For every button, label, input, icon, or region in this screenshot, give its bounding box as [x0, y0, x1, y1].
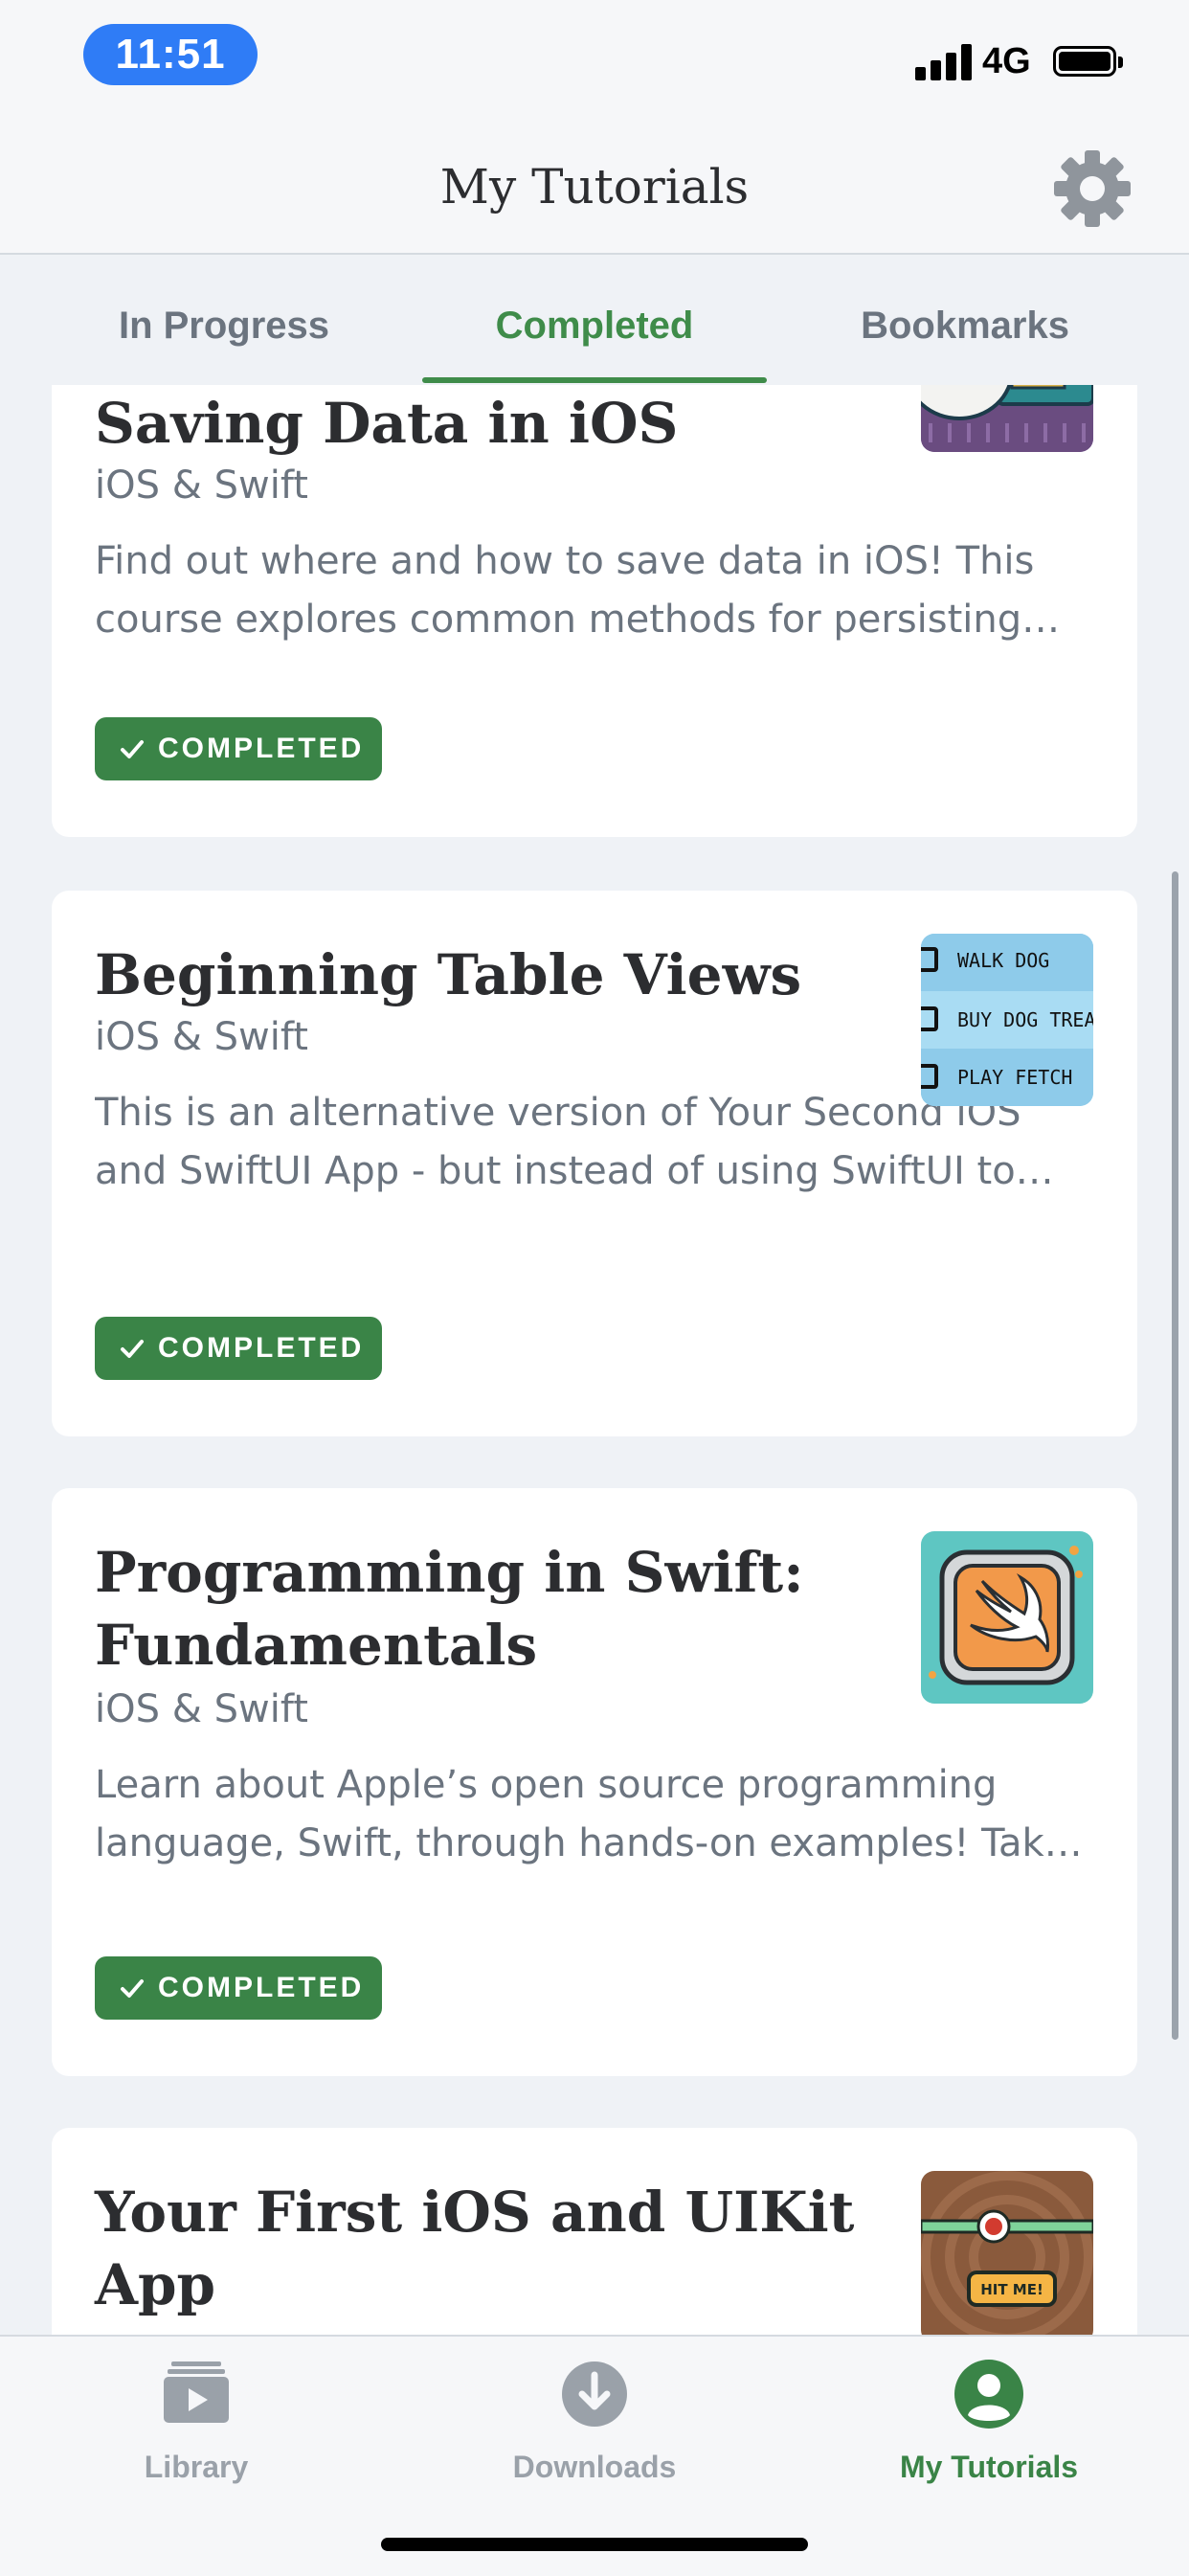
- battery-icon: [1053, 46, 1123, 77]
- profile-icon: [954, 2360, 1023, 2429]
- completed-badge: COMPLETED: [95, 1956, 382, 2020]
- checkmark-icon: [121, 1340, 144, 1358]
- status-time: 11:51: [83, 24, 258, 85]
- active-tab-indicator: [422, 377, 767, 383]
- card-subtitle: iOS & Swift: [95, 1687, 308, 1731]
- navigation-bar: My Tutorials: [0, 124, 1189, 255]
- swift-logo-thumbnail: [921, 1531, 1093, 1704]
- card-title: Saving Data in iOS: [95, 391, 679, 456]
- library-icon: [164, 2361, 229, 2423]
- card-title: Programming in Swift: Fundamentals: [95, 1540, 804, 1678]
- tabbar-label: Library: [144, 2450, 249, 2484]
- tab-in-progress[interactable]: In Progress: [80, 305, 368, 348]
- card-title: Beginning Table Views: [95, 942, 802, 1007]
- card-description: Learn about Apple’s open source programm…: [95, 1763, 1083, 1865]
- tutorial-card-swift-fundamentals[interactable]: Programming in Swift: Fundamentals iOS &…: [52, 1488, 1137, 2076]
- network-type: 4G: [982, 41, 1031, 81]
- tabbar-item-downloads[interactable]: Downloads: [451, 2356, 738, 2485]
- tutorial-card-first-uikit-app[interactable]: Your First iOS and UIKit App HIT ME!: [52, 2128, 1137, 2335]
- tab-completed[interactable]: Completed: [451, 305, 738, 348]
- page-title: My Tutorials: [439, 159, 750, 215]
- tabbar-item-my-tutorials[interactable]: My Tutorials: [845, 2356, 1133, 2485]
- checkmark-icon: [121, 740, 144, 758]
- tabbar-item-library[interactable]: Library: [53, 2356, 340, 2485]
- tabbar-label: My Tutorials: [899, 2450, 1079, 2484]
- todo-checklist-thumbnail: WALK DOG BUY DOG TREAT PLAY FETCH: [921, 934, 1093, 1106]
- tutorial-list[interactable]: Saving Data in iOS iOS & Swift Find out …: [0, 385, 1189, 2335]
- completed-badge: COMPLETED: [95, 1317, 382, 1380]
- card-subtitle: iOS & Swift: [95, 1015, 308, 1059]
- cellular-signal-icon: [915, 42, 973, 80]
- download-icon: [562, 2361, 627, 2427]
- card-title: Your First iOS and UIKit App: [95, 2180, 855, 2317]
- tutorial-card-saving-data[interactable]: Saving Data in iOS iOS & Swift Find out …: [52, 385, 1137, 837]
- tabbar-label: Downloads: [512, 2450, 677, 2484]
- completed-badge: COMPLETED: [95, 717, 382, 780]
- settings-gear-icon[interactable]: [1051, 147, 1133, 230]
- card-description: Find out where and how to save data in i…: [95, 539, 1061, 642]
- home-indicator[interactable]: [381, 2538, 808, 2551]
- bullseye-game-thumbnail: HIT ME!: [921, 2171, 1093, 2335]
- tutorial-card-table-views[interactable]: Beginning Table Views iOS & Swift This i…: [52, 891, 1137, 1436]
- seal-with-briefcase-thumbnail: [921, 385, 1093, 452]
- tab-bookmarks[interactable]: Bookmarks: [821, 305, 1109, 348]
- tutorial-tabs: In Progress Completed Bookmarks: [0, 255, 1189, 385]
- status-bar: 11:51 4G: [0, 0, 1189, 124]
- checkmark-icon: [121, 1979, 144, 1998]
- card-subtitle: iOS & Swift: [95, 463, 308, 508]
- scroll-indicator[interactable]: [1172, 871, 1178, 2040]
- svg-text:HIT ME!: HIT ME!: [980, 2281, 1043, 2298]
